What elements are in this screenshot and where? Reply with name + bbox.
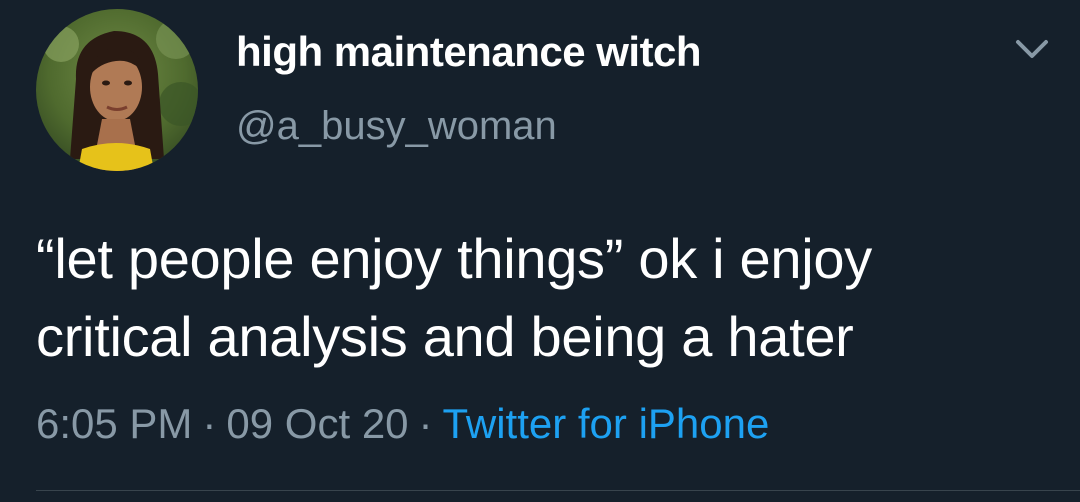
tweet-meta: 6:05 PM · 09 Oct 20 · Twitter for iPhone	[36, 400, 769, 448]
tweet-date[interactable]: 09 Oct 20	[226, 400, 408, 447]
meta-separator: ·	[418, 400, 433, 447]
tweet-card: high maintenance witch @a_busy_woman “le…	[0, 0, 1080, 502]
chevron-down-icon[interactable]	[1012, 34, 1052, 64]
display-name[interactable]: high maintenance witch	[236, 28, 702, 76]
avatar[interactable]	[36, 9, 198, 171]
tweet-source-link[interactable]: Twitter for iPhone	[443, 400, 770, 447]
tweet-text: “let people enjoy things” ok i enjoy cri…	[36, 220, 1056, 376]
tweet-text-line: “let people enjoy things” ok i enjoy	[36, 227, 872, 290]
avatar-photo	[36, 9, 198, 171]
tweet-text-line: critical analysis and being a hater	[36, 305, 854, 368]
tweet-time[interactable]: 6:05 PM	[36, 400, 192, 447]
meta-separator: ·	[202, 400, 217, 447]
user-handle[interactable]: @a_busy_woman	[236, 104, 557, 149]
divider	[36, 490, 1080, 491]
